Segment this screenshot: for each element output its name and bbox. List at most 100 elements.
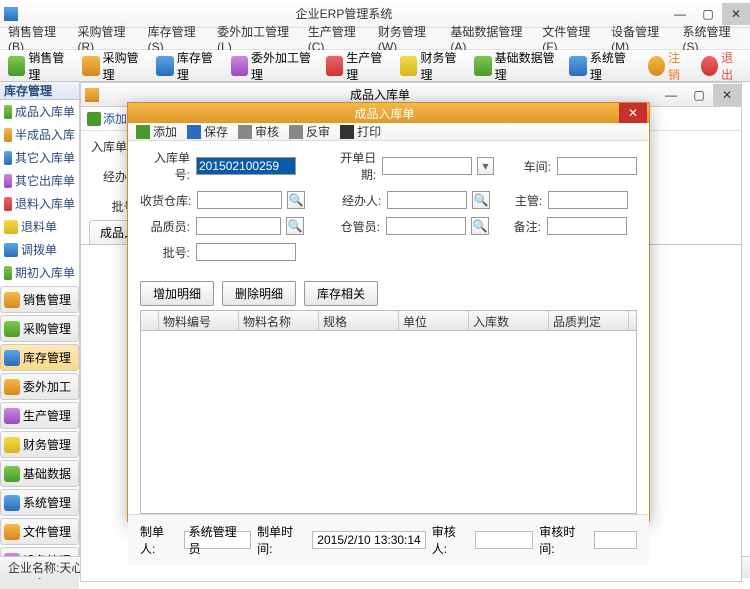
grid-header[interactable]: 品质判定 <box>549 311 629 330</box>
toolbar-button[interactable]: 基础数据管理 <box>470 47 561 85</box>
sidebar-nav-button[interactable]: 库存管理 <box>0 344 79 371</box>
toolbar-button[interactable]: 库存管理 <box>152 47 222 85</box>
grid-header[interactable]: 单位 <box>399 311 469 330</box>
input-supervisor[interactable] <box>548 191 628 209</box>
modal-action-审核[interactable]: 审核 <box>238 123 279 140</box>
make-time-field: 2015/2/10 13:30:14 <box>312 531 425 549</box>
sidebar-item[interactable]: 其它入库单 <box>0 146 79 169</box>
delete-detail-button[interactable]: 删除明细 <box>222 281 296 306</box>
grid-header[interactable]: 物料编号 <box>159 311 239 330</box>
modal-title: 成品入库单 <box>150 105 619 122</box>
app-title: 企业ERP管理系统 <box>22 5 666 22</box>
sidebar-item[interactable]: 半成品入库 <box>0 123 79 146</box>
sidebar-item-icon <box>4 151 12 165</box>
child-minimize[interactable]: — <box>657 84 685 106</box>
toolbar-button[interactable]: 系统管理 <box>565 47 635 85</box>
input-remark[interactable] <box>547 217 627 235</box>
sidebar-nav-button[interactable]: 财务管理 <box>0 431 79 458</box>
modal-action-icon <box>136 125 150 139</box>
sidebar-item-icon <box>4 197 12 211</box>
toolbar-button[interactable]: 委外加工管理 <box>227 47 318 85</box>
sidebar-item[interactable]: 成品入库单 <box>0 100 79 123</box>
grid-header[interactable] <box>141 311 159 330</box>
input-keeper[interactable] <box>386 217 466 235</box>
input-warehouse[interactable] <box>197 191 282 209</box>
sidebar-item-icon <box>4 105 12 119</box>
sidebar-nav-button[interactable]: 系统管理 <box>0 489 79 516</box>
toolbar-icon <box>8 56 25 76</box>
stock-related-button[interactable]: 库存相关 <box>304 281 378 306</box>
sidebar-item-icon <box>4 128 12 142</box>
modal-close-button[interactable]: ✕ <box>619 103 647 123</box>
toolbar-icon <box>231 56 248 76</box>
sidebar-item[interactable]: 其它出库单 <box>0 169 79 192</box>
grid-header[interactable]: 规格 <box>319 311 399 330</box>
sidebar-header: 库存管理 <box>0 82 79 100</box>
modal-action-添加[interactable]: 添加 <box>136 123 177 140</box>
lookup-warehouse-icon[interactable]: 🔍 <box>287 191 305 209</box>
sidebar-item-icon <box>4 174 12 188</box>
grid-header[interactable]: 入库数 <box>469 311 549 330</box>
sidebar-item[interactable]: 调拨单 <box>0 238 79 261</box>
modal-action-icon <box>187 125 201 139</box>
nav-icon <box>4 408 20 424</box>
lookup-keeper-icon[interactable]: 🔍 <box>471 217 489 235</box>
child-maximize[interactable]: ▢ <box>685 84 713 106</box>
modal-action-保存[interactable]: 保存 <box>187 123 228 140</box>
input-qc[interactable] <box>196 217 281 235</box>
lookup-qc-icon[interactable]: 🔍 <box>286 217 304 235</box>
sidebar-item[interactable]: 期初入库单 <box>0 261 79 284</box>
sidebar-nav-button[interactable]: 销售管理 <box>0 286 79 313</box>
nav-icon <box>4 495 20 511</box>
audit-time-field <box>594 531 637 549</box>
sidebar-nav-button[interactable]: 生产管理 <box>0 402 79 429</box>
child-title: 成品入库单 <box>103 86 657 103</box>
nav-icon <box>4 292 20 308</box>
grid-header[interactable]: 物料名称 <box>239 311 319 330</box>
input-workshop[interactable] <box>557 157 637 175</box>
input-handler[interactable] <box>387 191 467 209</box>
auditor-field <box>475 531 533 549</box>
sidebar-nav-button[interactable]: 基础数据 <box>0 460 79 487</box>
nav-icon <box>4 437 20 453</box>
sidebar-item-icon <box>4 220 18 234</box>
input-date[interactable] <box>382 157 472 175</box>
maker-field: 系统管理员 <box>184 531 251 549</box>
app-icon <box>4 7 18 21</box>
modal-action-反审[interactable]: 反审 <box>289 123 330 140</box>
toolbar-button[interactable]: 销售管理 <box>4 47 74 85</box>
lookup-handler-icon[interactable]: 🔍 <box>472 191 490 209</box>
sidebar-item-icon <box>4 243 18 257</box>
toolbar-button[interactable]: 生产管理 <box>322 47 392 85</box>
logout-icon <box>648 56 665 76</box>
action-icon <box>87 112 101 126</box>
toolbar-button[interactable]: 财务管理 <box>396 47 466 85</box>
add-detail-button[interactable]: 增加明细 <box>140 281 214 306</box>
sidebar-item[interactable]: 退料单 <box>0 215 79 238</box>
sidebar-nav-button[interactable]: 文件管理 <box>0 518 79 545</box>
input-batch[interactable] <box>196 243 296 261</box>
nav-icon <box>4 524 20 540</box>
child-icon <box>85 88 99 102</box>
sidebar: 库存管理 成品入库单半成品入库其它入库单其它出库单退料入库单退料单调拨单期初入库… <box>0 82 80 556</box>
calendar-icon[interactable]: ▾ <box>477 157 494 175</box>
sidebar-nav-button[interactable]: 委外加工 <box>0 373 79 400</box>
modal-action-打印[interactable]: 打印 <box>340 123 381 140</box>
modal-action-icon <box>289 125 303 139</box>
toolbar-button[interactable]: 采购管理 <box>78 47 148 85</box>
sidebar-item[interactable]: 退料入库单 <box>0 192 79 215</box>
nav-icon <box>4 350 20 366</box>
nav-icon <box>4 466 20 482</box>
toolbar-icon <box>400 56 417 76</box>
toolbar-icon <box>326 56 343 76</box>
child-close[interactable]: ✕ <box>713 84 741 106</box>
sidebar-nav-button[interactable]: 采购管理 <box>0 315 79 342</box>
nav-icon <box>4 321 20 337</box>
toolbar-reg[interactable]: 注销 <box>644 47 693 85</box>
toolbar-icon <box>156 56 173 76</box>
nav-icon <box>4 379 20 395</box>
modal-inbound-form: 成品入库单 ✕ 添加保存审核反审打印 入库单号: 开单日期: ▾ 车间: 收货仓… <box>127 102 650 522</box>
detail-grid[interactable]: 物料编号物料名称规格单位入库数品质判定 <box>140 310 637 514</box>
toolbar-exit[interactable]: 退出 <box>697 47 746 85</box>
input-order-no[interactable] <box>196 157 296 175</box>
